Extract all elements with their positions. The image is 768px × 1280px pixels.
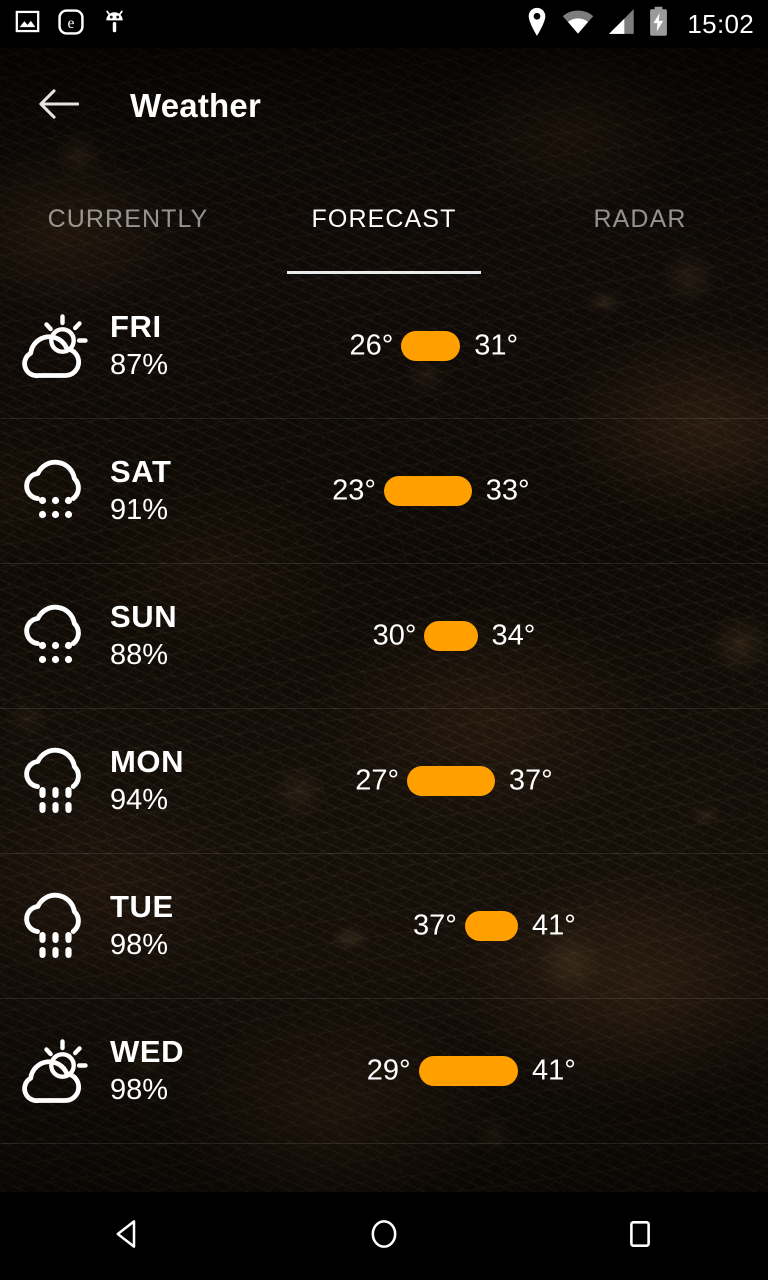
evernote-icon: e	[57, 8, 85, 41]
image-icon	[14, 8, 41, 40]
forecast-day-label: TUE	[110, 889, 174, 925]
forecast-temperature-range: 23° 33°	[298, 419, 768, 563]
forecast-row[interactable]: SAT 91% 23° 33°	[0, 419, 768, 564]
nav-back-button[interactable]	[68, 1192, 188, 1280]
forecast-precip-probability: 98%	[110, 1073, 169, 1106]
back-button[interactable]	[28, 75, 90, 137]
forecast-day-column: SUN 88%	[108, 599, 298, 673]
partly-cloudy-icon	[0, 1036, 108, 1106]
status-bar-system-icons: 15:02	[525, 6, 754, 42]
forecast-temperature-range: 27° 37°	[298, 709, 768, 853]
page-title: Weather	[130, 87, 261, 124]
rain-cloud-icon	[0, 742, 108, 820]
forecast-high-temperature: 34°	[491, 619, 536, 652]
forecast-precip-probability: 94%	[110, 783, 169, 816]
tab-currently[interactable]: CURRENTLY	[0, 164, 256, 274]
temperature-range-bar	[424, 621, 478, 651]
forecast-day-label: MON	[110, 744, 185, 780]
forecast-precip-probability: 87%	[110, 348, 169, 381]
forecast-row[interactable]: SUN 88% 30° 34°	[0, 564, 768, 709]
location-pin-icon	[525, 7, 549, 42]
forecast-temperature-range: 30° 34°	[298, 564, 768, 708]
forecast-day-label: WED	[110, 1034, 185, 1070]
forecast-precip-probability: 98%	[110, 928, 169, 961]
tab-forecast[interactable]: FORECAST	[256, 164, 512, 274]
forecast-low-temperature: 29°	[366, 1054, 411, 1087]
forecast-precip-probability: 88%	[110, 638, 169, 671]
forecast-high-temperature: 41°	[532, 1054, 576, 1087]
nav-home-icon	[367, 1217, 401, 1256]
svg-text:e: e	[68, 15, 75, 32]
cell-signal-icon	[607, 8, 635, 40]
temperature-range-bar	[464, 911, 518, 941]
nav-back-icon	[110, 1216, 146, 1257]
forecast-row[interactable]: TUE 98% 37° 41°	[0, 854, 768, 999]
status-bar-notification-icons: e	[14, 8, 128, 41]
forecast-day-label: FRI	[110, 309, 162, 345]
tab-forecast-label: FORECAST	[311, 204, 457, 233]
sleet-cloud-icon	[0, 599, 108, 673]
forecast-day-label: SUN	[110, 599, 178, 635]
temperature-range-bar	[407, 766, 495, 796]
app-toolbar: Weather	[0, 48, 768, 164]
battery-charging-icon	[648, 6, 669, 42]
temperature-range-bar	[401, 331, 461, 361]
forecast-high-temperature: 37°	[508, 764, 553, 797]
forecast-day-column: TUE 98%	[108, 889, 298, 963]
forecast-temperature-range: 37° 41°	[298, 854, 768, 998]
forecast-high-temperature: 31°	[474, 329, 519, 362]
forecast-day-column: FRI 87%	[108, 309, 298, 383]
forecast-row[interactable]: WED 98% 29° 41°	[0, 999, 768, 1144]
forecast-day-column: WED 98%	[108, 1034, 298, 1108]
forecast-precip-probability: 91%	[110, 493, 169, 526]
forecast-low-temperature: 30°	[372, 619, 417, 652]
nav-recents-button[interactable]	[580, 1192, 700, 1280]
forecast-temperature-range: 29° 41°	[298, 999, 768, 1143]
forecast-day-column: SAT 91%	[108, 454, 298, 528]
tab-currently-label: CURRENTLY	[47, 204, 209, 233]
forecast-low-temperature: 27°	[355, 764, 400, 797]
status-bar: e 15:02	[0, 0, 768, 48]
nav-home-button[interactable]	[324, 1192, 444, 1280]
weather-app-screen: e 15:02 Weather CURRENTLY FORECAST RADAR…	[0, 0, 768, 1280]
forecast-low-temperature: 23°	[332, 474, 376, 507]
forecast-row[interactable]: MON 94% 27° 37°	[0, 709, 768, 854]
back-arrow-icon	[39, 88, 80, 125]
forecast-row[interactable]: FRI 87% 26° 31°	[0, 274, 768, 419]
system-navigation-bar	[0, 1192, 768, 1280]
forecast-temperature-range: 26° 31°	[298, 274, 768, 418]
tab-bar: CURRENTLY FORECAST RADAR	[0, 164, 768, 274]
forecast-day-column: MON 94%	[108, 744, 298, 818]
sleet-cloud-icon	[0, 454, 108, 528]
android-robot-icon	[101, 8, 128, 41]
temperature-range-bar	[418, 1056, 518, 1086]
forecast-day-label: SAT	[110, 454, 172, 490]
forecast-high-temperature: 41°	[532, 909, 576, 942]
wifi-icon	[562, 8, 594, 40]
rain-cloud-icon	[0, 887, 108, 965]
forecast-low-temperature: 26°	[349, 329, 394, 362]
forecast-low-temperature: 37°	[413, 909, 457, 942]
temperature-range-bar	[384, 476, 472, 506]
partly-cloudy-icon	[0, 311, 108, 381]
nav-recents-icon	[624, 1218, 656, 1255]
forecast-list: FRI 87% 26° 31° SAT 91% 23° 33° SUN 88% 30° 34° MON 9…	[0, 274, 768, 1192]
status-bar-clock: 15:02	[687, 8, 754, 39]
tab-radar[interactable]: RADAR	[512, 164, 768, 274]
forecast-high-temperature: 33°	[485, 474, 530, 507]
tab-radar-label: RADAR	[593, 204, 687, 233]
